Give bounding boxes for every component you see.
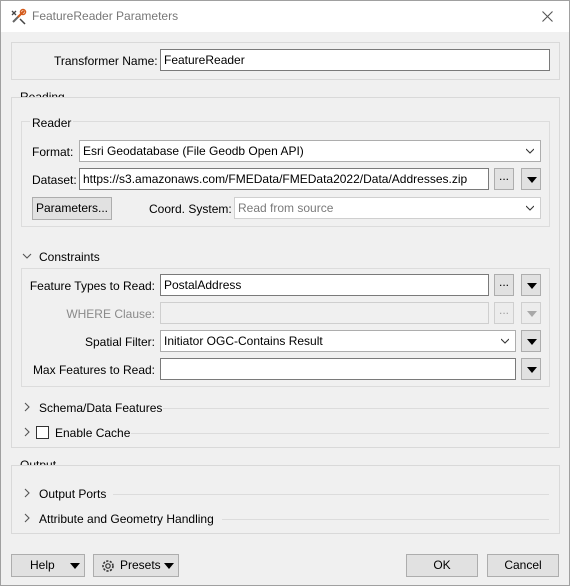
gear-icon	[102, 560, 114, 572]
reader-group-label: Reader	[30, 116, 74, 130]
fme-transformer-icon	[11, 8, 27, 25]
presets-label: Presets	[120, 558, 161, 572]
feature-types-browse-button[interactable]: ...	[494, 274, 514, 296]
chevron-expanded-icon[interactable]	[22, 251, 32, 261]
format-value: Esri Geodatabase (File Geodb Open API)	[83, 144, 304, 158]
output-ports-toggle[interactable]: Output Ports	[39, 487, 106, 501]
enable-cache-label[interactable]: Enable Cache	[55, 426, 130, 440]
coord-system-label: Coord. System:	[149, 202, 232, 216]
spatial-filter-select[interactable]: Initiator OGC-Contains Result	[160, 330, 516, 352]
max-features-menu-button[interactable]	[521, 358, 541, 380]
format-label: Format:	[32, 145, 74, 159]
chevron-down-icon	[526, 148, 534, 154]
where-clause-input[interactable]	[160, 302, 489, 324]
cache-separator	[131, 433, 549, 434]
dropdown-arrow-icon	[527, 339, 537, 345]
feature-reader-dialog: FeatureReader Parameters Transformer Nam…	[0, 0, 570, 586]
where-clause-label: WHERE Clause:	[66, 307, 155, 321]
dropdown-arrow-icon	[164, 563, 174, 569]
dropdown-arrow-icon	[527, 177, 537, 183]
close-button[interactable]	[525, 1, 569, 32]
attribute-separator	[222, 519, 549, 520]
where-clause-menu-button[interactable]	[521, 302, 541, 324]
help-button[interactable]: Help	[11, 554, 85, 577]
presets-button[interactable]: Presets	[93, 554, 179, 577]
dropdown-arrow-icon	[527, 311, 537, 317]
feature-types-label: Feature Types to Read:	[29, 279, 155, 293]
max-features-input[interactable]	[160, 358, 516, 380]
close-icon	[541, 11, 553, 22]
spatial-filter-menu-button[interactable]	[521, 330, 541, 352]
dropdown-arrow-icon	[527, 367, 537, 373]
transformer-name-input[interactable]: FeatureReader	[160, 49, 550, 71]
chevron-right-icon[interactable]	[22, 402, 32, 412]
coord-system-select[interactable]: Read from source	[234, 197, 541, 219]
output-ports-separator	[113, 494, 549, 495]
attribute-geometry-toggle[interactable]: Attribute and Geometry Handling	[39, 512, 214, 526]
cancel-button[interactable]: Cancel	[487, 554, 559, 577]
dataset-menu-button[interactable]	[521, 168, 541, 190]
feature-types-menu-button[interactable]	[521, 274, 541, 296]
parameters-button[interactable]: Parameters...	[32, 197, 112, 220]
title-bar: FeatureReader Parameters	[1, 1, 569, 32]
window-title: FeatureReader Parameters	[32, 9, 179, 23]
spatial-filter-label: Spatial Filter:	[84, 335, 155, 349]
chevron-down-icon	[526, 205, 534, 211]
chevron-right-icon[interactable]	[22, 488, 32, 498]
enable-cache-checkbox[interactable]	[36, 426, 49, 439]
dataset-input[interactable]: https://s3.amazonaws.com/FMEData/FMEData…	[79, 168, 489, 190]
format-select[interactable]: Esri Geodatabase (File Geodb Open API)	[79, 140, 541, 162]
chevron-down-icon	[501, 338, 509, 344]
dropdown-arrow-icon	[70, 563, 80, 569]
where-clause-browse-button[interactable]: ...	[494, 302, 514, 324]
ok-button[interactable]: OK	[406, 554, 478, 577]
help-label: Help	[30, 558, 55, 572]
coord-system-value: Read from source	[238, 201, 334, 215]
dataset-browse-button[interactable]: ...	[494, 168, 514, 190]
max-features-label: Max Features to Read:	[32, 363, 155, 377]
transformer-name-label: Transformer Name:	[54, 54, 158, 68]
chevron-right-icon[interactable]	[22, 513, 32, 523]
schema-separator	[163, 408, 549, 409]
feature-types-input[interactable]: PostalAddress	[160, 274, 489, 296]
dataset-label: Dataset:	[32, 173, 77, 187]
constraints-toggle[interactable]: Constraints	[39, 250, 100, 264]
chevron-right-icon[interactable]	[22, 427, 32, 437]
schema-data-features-toggle[interactable]: Schema/Data Features	[39, 401, 162, 415]
dropdown-arrow-icon	[527, 283, 537, 289]
spatial-filter-value: Initiator OGC-Contains Result	[164, 334, 323, 348]
